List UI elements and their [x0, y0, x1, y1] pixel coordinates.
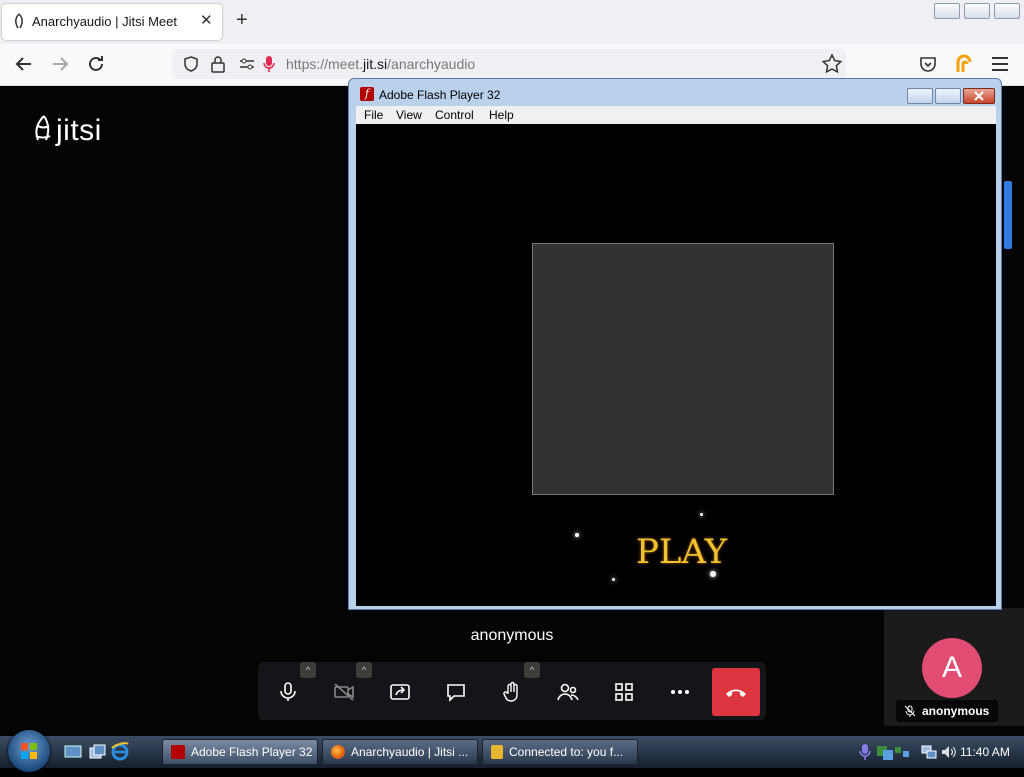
camera-options-caret[interactable]: ^ — [356, 662, 372, 678]
flash-menu-bar: File View Control Help — [356, 106, 996, 124]
sparkle — [575, 533, 579, 537]
taskbar-item-flash-player[interactable]: Adobe Flash Player 32 — [162, 739, 318, 765]
close-window-button[interactable] — [994, 3, 1020, 19]
flash-stage[interactable]: PLAY — [356, 124, 996, 606]
share-screen-icon — [390, 684, 410, 700]
tray-network-icon[interactable] — [920, 743, 938, 761]
reload-icon[interactable] — [84, 52, 108, 76]
pocket-icon[interactable] — [916, 52, 940, 76]
url-bar[interactable]: https://meet.jit.si/anarchyaudio — [172, 49, 846, 79]
flash-maximize-button[interactable] — [935, 88, 961, 104]
tab-title: Anarchyaudio | Jitsi Meet — [32, 14, 177, 29]
hang-up-button[interactable] — [712, 668, 760, 716]
connection-app-icon — [491, 745, 503, 759]
taskbar-item-label: Connected to: you f... — [509, 745, 624, 759]
chat-icon — [447, 684, 465, 702]
jitsi-logo-text: jitsi — [56, 114, 102, 147]
hamburger-menu-icon[interactable] — [988, 52, 1012, 76]
microphone-permission-icon[interactable] — [262, 55, 276, 73]
tray-volume-icon[interactable] — [940, 743, 956, 761]
flash-close-button[interactable] — [963, 88, 995, 104]
flash-player-window[interactable]: f Adobe Flash Player 32 File View Contro… — [348, 78, 1002, 610]
menu-control[interactable]: Control — [435, 108, 474, 122]
raise-hand-icon — [503, 681, 518, 702]
more-dots-icon — [671, 690, 689, 694]
chat-button[interactable] — [434, 670, 478, 714]
microphone-options-caret[interactable]: ^ — [300, 662, 316, 678]
tray-microphone-icon[interactable] — [858, 743, 872, 761]
restore-button[interactable] — [964, 3, 990, 19]
camera-off-icon — [334, 683, 354, 701]
thumbnail-name-badge: anonymous — [896, 700, 998, 722]
flash-window-title: Adobe Flash Player 32 — [379, 88, 501, 102]
windows-logo-icon — [21, 743, 37, 759]
flash-minimize-button[interactable] — [907, 88, 933, 104]
tile-view-icon — [615, 683, 633, 701]
extension-icon[interactable] — [952, 52, 976, 76]
menu-view[interactable]: View — [396, 108, 422, 122]
firefox-icon — [331, 745, 345, 759]
minimize-button[interactable] — [934, 3, 960, 19]
thumbnail-name: anonymous — [922, 704, 990, 718]
tab-close-icon[interactable]: ✕ — [200, 11, 213, 29]
play-button[interactable]: PLAY — [636, 532, 727, 572]
lock-icon[interactable] — [210, 55, 226, 73]
hang-up-icon — [726, 689, 746, 697]
meeting-toolbar: ^ ^ ^ — [258, 662, 766, 720]
participants-icon — [557, 683, 579, 701]
url-text: https://meet.jit.si/anarchyaudio — [286, 56, 476, 72]
participant-name: anonymous — [470, 627, 554, 644]
microphone-icon — [280, 682, 296, 701]
internet-explorer-icon[interactable] — [110, 742, 130, 762]
flash-app-icon — [171, 745, 185, 759]
switch-windows-icon[interactable] — [88, 743, 106, 761]
start-button[interactable] — [8, 730, 50, 772]
taskbar-item-label: Adobe Flash Player 32 — [191, 745, 313, 759]
focus-indicator — [1004, 181, 1012, 249]
show-desktop-icon[interactable] — [64, 744, 82, 760]
menu-file[interactable]: File — [364, 108, 383, 122]
participants-button[interactable] — [546, 670, 590, 714]
muted-microphone-icon — [904, 705, 916, 717]
tray-language-icon[interactable] — [876, 743, 894, 761]
new-tab-button[interactable]: + — [236, 10, 248, 30]
tray-network-app-icon[interactable] — [894, 743, 910, 761]
flash-app-icon: f — [360, 87, 374, 101]
bookmark-star-icon[interactable] — [820, 52, 844, 76]
browser-tab-strip: Anarchyaudio | Jitsi Meet ✕ + — [0, 0, 1024, 44]
avatar: A — [922, 638, 982, 698]
browser-tab[interactable]: Anarchyaudio | Jitsi Meet ✕ — [2, 4, 222, 40]
share-screen-button[interactable] — [378, 670, 422, 714]
taskbar-item-connection[interactable]: Connected to: you f... — [482, 739, 638, 765]
windows-taskbar: Adobe Flash Player 32 Anarchyaudio | Jit… — [0, 730, 1024, 772]
jitsi-favicon-icon — [15, 13, 23, 29]
game-screen-panel — [532, 243, 834, 495]
participant-thumbnail[interactable]: A anonymous — [884, 608, 1024, 726]
menu-help[interactable]: Help — [489, 108, 514, 122]
taskbar-item-label: Anarchyaudio | Jitsi ... — [351, 745, 469, 759]
jitsi-logo-icon — [35, 115, 51, 141]
shield-icon[interactable] — [182, 55, 200, 73]
taskbar-clock[interactable]: 11:40 AM — [960, 745, 1010, 759]
forward-icon[interactable] — [48, 52, 72, 76]
sparkle — [700, 513, 703, 516]
sparkle — [612, 578, 615, 581]
more-options-button[interactable] — [658, 670, 702, 714]
reactions-caret[interactable]: ^ — [524, 662, 540, 678]
close-icon — [974, 91, 984, 101]
permissions-icon[interactable] — [238, 56, 256, 72]
back-icon[interactable] — [12, 52, 36, 76]
tile-view-button[interactable] — [602, 670, 646, 714]
taskbar-item-firefox[interactable]: Anarchyaudio | Jitsi ... — [322, 739, 478, 765]
